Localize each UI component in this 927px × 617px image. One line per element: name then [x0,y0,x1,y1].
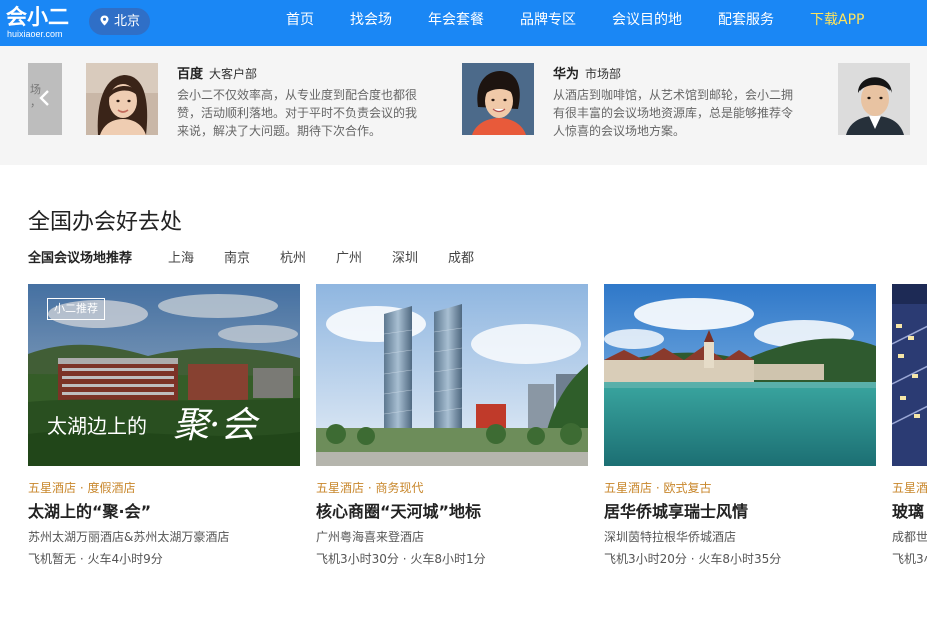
venue-hotel: 深圳茵特拉根华侨城酒店 [604,530,737,544]
tab-nationwide[interactable]: 全国会议场地推荐 [28,247,132,266]
venue-image [604,284,876,466]
site-logo[interactable]: 会小二 huixiaoer.com [6,4,78,42]
venue-transport: 飞机3小时30分 · 火车8小时1分 [316,552,486,566]
avatar-photo-woman-short-hair [462,63,534,135]
venue-title: 太湖上的“聚·会” [28,502,152,521]
company-name: 百度 [177,67,204,82]
tab-guangzhou[interactable]: 广州 [336,247,362,266]
nav-download-app[interactable]: 下载APP [810,0,864,46]
carousel-prev-button[interactable]: 场 ， [28,63,62,135]
venue-hotel: 成都世 [892,530,927,544]
tab-hangzhou[interactable]: 杭州 [280,247,306,266]
image-caption-script: 聚·会 [173,405,257,446]
testimonial-company: 华为 市场部 [553,63,621,82]
avatar [462,63,534,135]
avatar [86,63,158,135]
logo-chinese-text: 会小二 [6,5,69,29]
tab-shenzhen[interactable]: 深圳 [392,247,418,266]
location-pin-icon [100,15,109,26]
venue-image [316,284,588,466]
venue-transport: 飞机暂无 · 火车4小时9分 [28,552,163,566]
nav-support-services[interactable]: 配套服务 [718,0,774,46]
city-selector[interactable]: 北京 [89,8,150,35]
tab-nanjing[interactable]: 南京 [224,247,250,266]
tab-shanghai[interactable]: 上海 [168,247,194,266]
top-navigation-bar: 会小二 huixiaoer.com 北京 首页 找会场 年会套餐 品牌专区 会议… [0,0,927,46]
avatar [838,63,910,135]
venue-transport: 飞机3小 [892,552,927,566]
venue-tags: 五星酒店 · 商务现代 [316,481,424,495]
venue-card[interactable]: 五星酒店 · 欧式复古 居华侨城享瑞士风情 深圳茵特拉根华侨城酒店 飞机3小时2… [604,284,876,584]
recommended-badge: 小二推荐 [47,298,105,320]
company-name: 华为 [553,67,580,82]
nav-meeting-destinations[interactable]: 会议目的地 [612,0,682,46]
venue-card[interactable]: 五星酒店 · 商务现代 核心商圈“天河城”地标 广州粤海喜来登酒店 飞机3小时3… [316,284,588,584]
swiss-town-lake-photo [604,284,876,466]
venue-image: 小二推荐 太湖边上的 聚·会 [28,284,300,466]
nav-find-venue[interactable]: 找会场 [350,0,392,46]
city-name: 北京 [114,14,141,29]
tianhe-towers-photo [316,284,588,466]
section-title: 全国办会好去处 [28,210,183,235]
nav-annual-meeting-packages[interactable]: 年会套餐 [428,0,484,46]
venue-title: 玻璃 [892,502,925,521]
venue-transport: 飞机3小时20分 · 火车8小时35分 [604,552,782,566]
venue-hotel: 苏州太湖万丽酒店&苏州太湖万豪酒店 [28,530,230,544]
logo-domain-text: huixiaoer.com [7,29,63,39]
venue-title: 居华侨城享瑞士风情 [604,502,749,521]
venue-hotel: 广州粤海喜来登酒店 [316,530,425,544]
venue-tags: 五星酒 [892,481,927,495]
avatar-photo-woman [86,63,158,135]
department-name: 市场部 [585,67,622,81]
image-caption: 太湖边上的 [47,414,147,438]
testimonial-company: 百度 大客户部 [177,63,257,82]
testimonial-text: 会小二不仅效率高，从专业度到配合度也都很赞，活动顺利落地。对于平时不负责会议的我… [177,88,418,138]
venue-image [892,284,927,466]
venue-card[interactable]: 五星酒 玻璃 成都世 飞机3小 [892,284,927,584]
venue-tags: 五星酒店 · 度假酒店 [28,481,136,495]
venue-card[interactable]: 小二推荐 太湖边上的 聚·会 五星酒店 · 度假酒店 太湖上的“聚·会” 苏州太… [28,284,300,584]
venue-title: 核心商圈“天河城”地标 [316,502,482,521]
venue-tags: 五星酒店 · 欧式复古 [604,481,712,495]
nav-home[interactable]: 首页 [286,0,314,46]
nav-brand-zone[interactable]: 品牌专区 [520,0,576,46]
testimonial-carousel: 场 ， 百度 大客户部 会小二不仅效率高，从专业度到配合度也都很赞，活动顺利落地。… [0,46,927,165]
testimonial-text: 从酒店到咖啡馆，从艺术馆到邮轮，会小二拥有很丰富的会议场地资源库，总是能够推荐令… [553,88,794,138]
night-building-photo [892,284,927,466]
chevron-left-icon [39,90,49,106]
department-name: 大客户部 [209,67,258,81]
tab-chengdu[interactable]: 成都 [448,247,474,266]
avatar-photo-man [838,63,910,135]
